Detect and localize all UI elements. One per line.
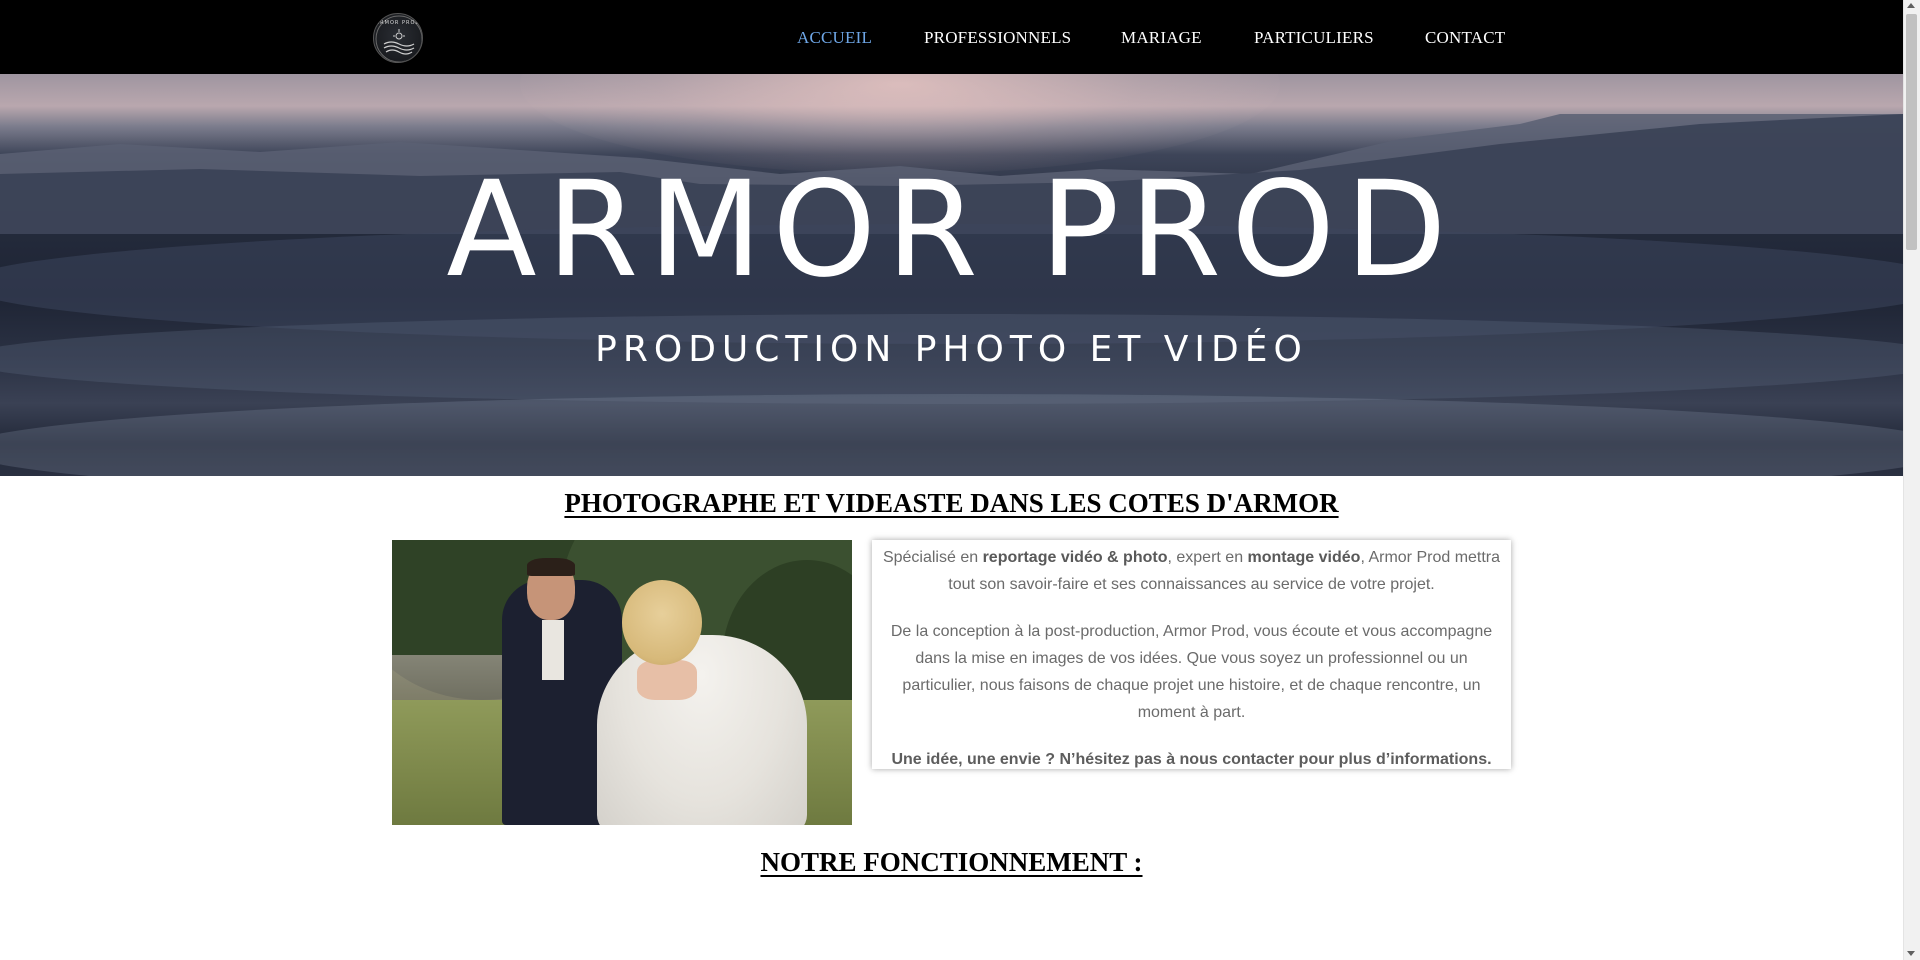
groom-shirt	[542, 620, 564, 680]
wave	[0, 394, 1903, 476]
nav-professionnels[interactable]: PROFESSIONNELS	[924, 28, 1071, 48]
intro-text-card: Spécialisé en reportage vidéo & photo, e…	[872, 540, 1511, 769]
nav-mariage[interactable]: MARIAGE	[1121, 28, 1202, 48]
groom-hair	[527, 558, 575, 576]
bride-dress	[597, 635, 807, 825]
bride-hair	[622, 580, 702, 665]
hero-subtitle: PRODUCTION PHOTO ET VIDÉO	[595, 329, 1308, 370]
nav-particuliers[interactable]: PARTICULIERS	[1254, 28, 1374, 48]
top-navigation-bar: ARMOR PROD ACCUEIL PROFESSIONNELS MARIAG…	[0, 0, 1903, 74]
intro-paragraph-1: Spécialisé en reportage vidéo & photo, e…	[878, 544, 1505, 598]
scroll-down-arrow-icon[interactable]	[1907, 951, 1915, 956]
logo-text: ARMOR PROD	[375, 20, 421, 26]
bold-segment: montage vidéo	[1247, 549, 1361, 566]
bride-back	[637, 660, 697, 700]
scrollbar-thumb[interactable]	[1906, 14, 1917, 250]
intro-paragraph-2: De la conception à la post-production, A…	[890, 623, 1493, 721]
text-segment: Spécialisé en	[882, 549, 983, 566]
text-segment: , expert en	[1167, 549, 1248, 566]
intro-heading: PHOTOGRAPHE ET VIDEASTE DANS LES COTES D…	[564, 488, 1339, 518]
bold-segment: reportage vidéo & photo	[982, 549, 1168, 566]
scroll-up-arrow-icon[interactable]	[1907, 3, 1915, 8]
hero-title: ARMOR PROD	[446, 153, 1457, 307]
nav-accueil[interactable]: ACCUEIL	[797, 28, 872, 48]
nav-contact[interactable]: CONTACT	[1425, 28, 1505, 48]
wedding-couple-photo	[392, 540, 852, 825]
section-heading-fonctionnement: NOTRE FONCTIONNEMENT :	[760, 847, 1143, 877]
hero-banner: ARMOR PROD PRODUCTION PHOTO ET VIDÉO	[0, 74, 1903, 476]
intro-call-to-action: Une idée, une envie ? N’hésitez pas à no…	[891, 751, 1492, 768]
armor-prod-logo[interactable]: ARMOR PROD	[373, 13, 423, 63]
